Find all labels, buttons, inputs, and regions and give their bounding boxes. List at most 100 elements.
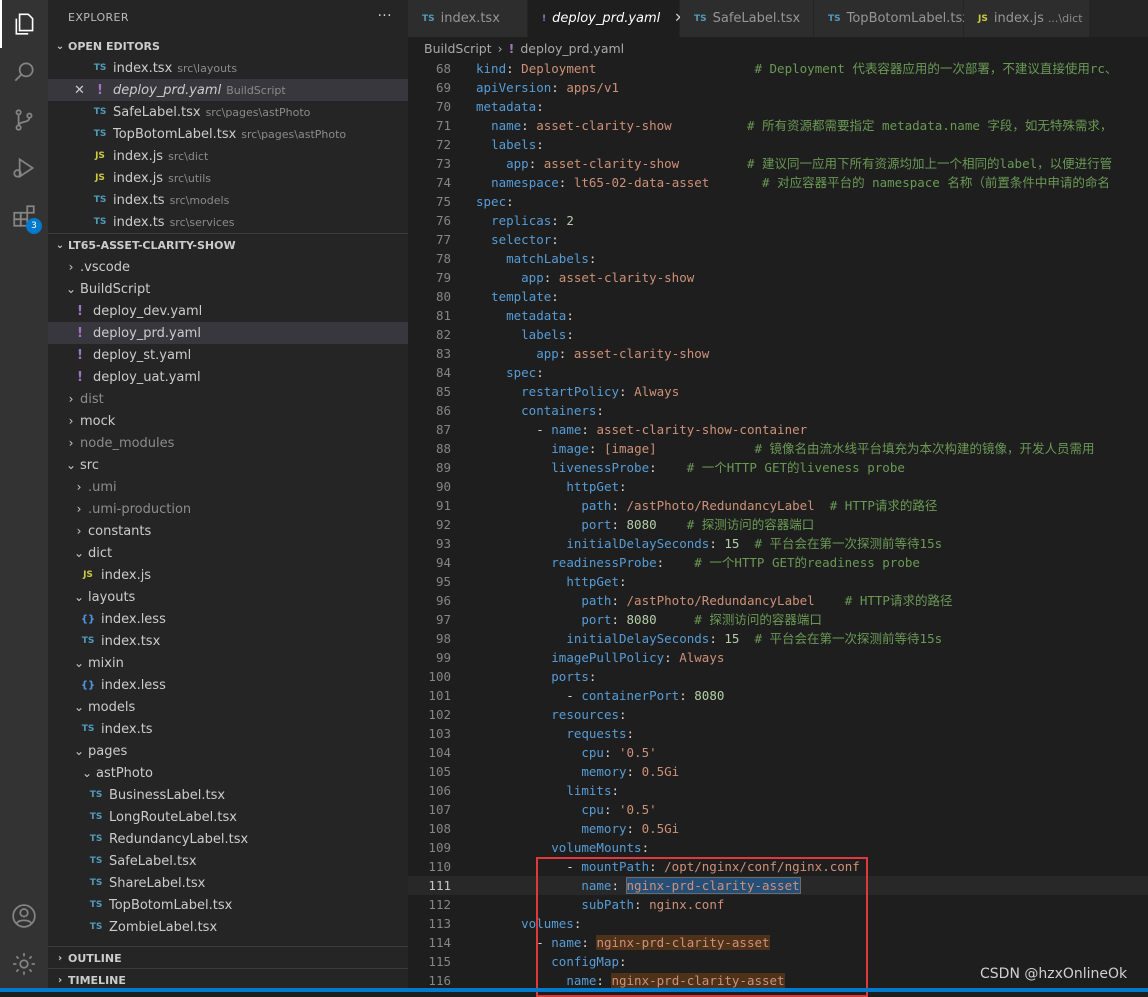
file-item[interactable]: TS RedundancyLabel.tsx [48, 828, 408, 850]
folder-item[interactable]: ⌄ BuildScript [48, 278, 408, 300]
open-editor-item[interactable]: TS index.tsx src\layouts [48, 57, 408, 79]
file-item[interactable]: TS ShareLabel.tsx [48, 872, 408, 894]
more-actions-icon[interactable]: ··· [377, 8, 392, 24]
editor-tab[interactable]: JS index.js ...\dict [964, 0, 1090, 37]
token: : [619, 954, 627, 969]
ts-file-icon: TS [89, 856, 103, 866]
token: : [558, 175, 574, 190]
folder-item[interactable]: ⌄ src [48, 454, 408, 476]
folder-item[interactable]: › .umi [48, 476, 408, 498]
file-item[interactable]: ! deploy_st.yaml [48, 344, 408, 366]
open-editor-item[interactable]: JS index.js src\dict [48, 145, 408, 167]
source-control-icon[interactable] [0, 96, 48, 144]
breadcrumb-file[interactable]: deploy_prd.yaml [520, 41, 624, 56]
code-line: 76 replicas: 2 [408, 211, 1148, 230]
line-text: matchLabels: [476, 249, 596, 268]
tree-item-label: index.less [101, 677, 166, 693]
folder-item[interactable]: › constants [48, 520, 408, 542]
file-item[interactable]: TS BusinessLabel.tsx [48, 784, 408, 806]
token: # 平台会在第一次探测前等待15s [754, 631, 943, 646]
file-item[interactable]: JS index.js [48, 564, 408, 586]
code-line: 103 requests: [408, 724, 1148, 743]
file-item[interactable]: {} index.less [48, 674, 408, 696]
folder-item[interactable]: › node_modules [48, 432, 408, 454]
open-editor-item[interactable]: JS index.js src\utils [48, 167, 408, 189]
file-item[interactable]: TS LongRouteLabel.tsx [48, 806, 408, 828]
folder-item[interactable]: ⌄ layouts [48, 586, 408, 608]
breadcrumb-folder[interactable]: BuildScript [424, 41, 492, 56]
token: app [506, 156, 529, 171]
tree-item-label: node_modules [80, 435, 175, 451]
file-item[interactable]: {} index.less [48, 608, 408, 630]
editor-tab[interactable]: TS TopBotomLabel.tsx [814, 0, 970, 37]
line-text: volumeMounts: [476, 838, 649, 857]
code-line: 104 cpu: '0.5' [408, 743, 1148, 762]
folder-item[interactable]: ⌄ dict [48, 542, 408, 564]
token: metadata [476, 99, 537, 114]
tree-item-label: deploy_prd.yaml [93, 325, 201, 341]
token: : [588, 441, 604, 456]
code-line: 75 spec: [408, 192, 1148, 211]
run-debug-icon[interactable] [0, 144, 48, 192]
extensions-icon[interactable]: 3 [0, 192, 48, 240]
editor-tab[interactable]: TS index.tsx [408, 0, 528, 37]
close-icon[interactable]: ✕ [74, 83, 85, 98]
line-text: requests: [476, 724, 634, 743]
account-icon[interactable] [0, 892, 48, 940]
less-file-icon: {} [80, 679, 96, 691]
open-editor-item[interactable]: ✕! deploy_prd.yaml BuildScript [48, 79, 408, 101]
ts-file-icon: TS [89, 790, 103, 800]
explorer-icon[interactable] [0, 0, 48, 48]
folder-item[interactable]: › mock [48, 410, 408, 432]
folder-item[interactable]: ⌄ models [48, 696, 408, 718]
folder-item[interactable]: › .vscode [48, 256, 408, 278]
file-item[interactable]: TS index.ts [48, 718, 408, 740]
token: : [588, 669, 597, 684]
open-editor-item[interactable]: TS index.ts src\models [48, 189, 408, 211]
folder-item[interactable]: ⌄ mixin [48, 652, 408, 674]
token: asset-clarity-show [558, 270, 695, 285]
file-item[interactable]: ! deploy_prd.yaml [48, 322, 408, 344]
token: : [551, 213, 567, 228]
editor-tab[interactable]: !deploy_prd.yaml✕ [528, 0, 685, 37]
open-editor-item[interactable]: TS SafeLabel.tsx src\pages\astPhoto [48, 101, 408, 123]
folder-item[interactable]: › .umi-production [48, 498, 408, 520]
file-item[interactable]: TS SafeLabel.tsx [48, 850, 408, 872]
extensions-badge: 3 [26, 218, 42, 234]
explorer-title: EXPLORER [68, 11, 129, 24]
line-text: app: asset-clarity-show [476, 344, 709, 363]
outline-header[interactable]: › OUTLINE [48, 946, 408, 969]
open-editors-header[interactable]: ⌄ OPEN EDITORS [48, 35, 408, 57]
code-line: 87 - name: asset-clarity-show-container [408, 420, 1148, 439]
file-name: index.ts [113, 192, 165, 208]
editor-tab[interactable]: TS SafeLabel.tsx [680, 0, 814, 37]
project-header[interactable]: ⌄ LT65-ASSET-CLARITY-SHOW [48, 233, 408, 256]
file-item[interactable]: ! deploy_uat.yaml [48, 366, 408, 388]
file-item[interactable]: ! deploy_dev.yaml [48, 300, 408, 322]
settings-gear-icon[interactable] [0, 940, 48, 988]
file-item[interactable]: TS index.tsx [48, 630, 408, 652]
line-number: 97 [435, 612, 451, 627]
tree-item-label: src [80, 457, 99, 473]
line-text: httpGet: [476, 477, 626, 496]
token: : [558, 346, 574, 361]
token: : [551, 80, 567, 95]
folder-item[interactable]: › dist [48, 388, 408, 410]
open-editor-item[interactable]: TS TopBotomLabel.tsx src\pages\astPhoto [48, 123, 408, 145]
open-editor-item[interactable]: TS index.ts src\services [48, 211, 408, 233]
line-text: name: asset-clarity-show # 所有资源都需要指定 met… [476, 116, 1112, 135]
folder-item[interactable]: ⌄ astPhoto [48, 762, 408, 784]
token: ports [551, 669, 589, 684]
file-item[interactable]: TS TopBotomLabel.tsx [48, 894, 408, 916]
file-item[interactable]: TS ZombieLabel.tsx [48, 916, 408, 938]
tree-item-label: mock [80, 413, 116, 429]
search-icon[interactable] [0, 48, 48, 96]
line-text: containers: [476, 401, 604, 420]
folder-item[interactable]: ⌄ pages [48, 740, 408, 762]
